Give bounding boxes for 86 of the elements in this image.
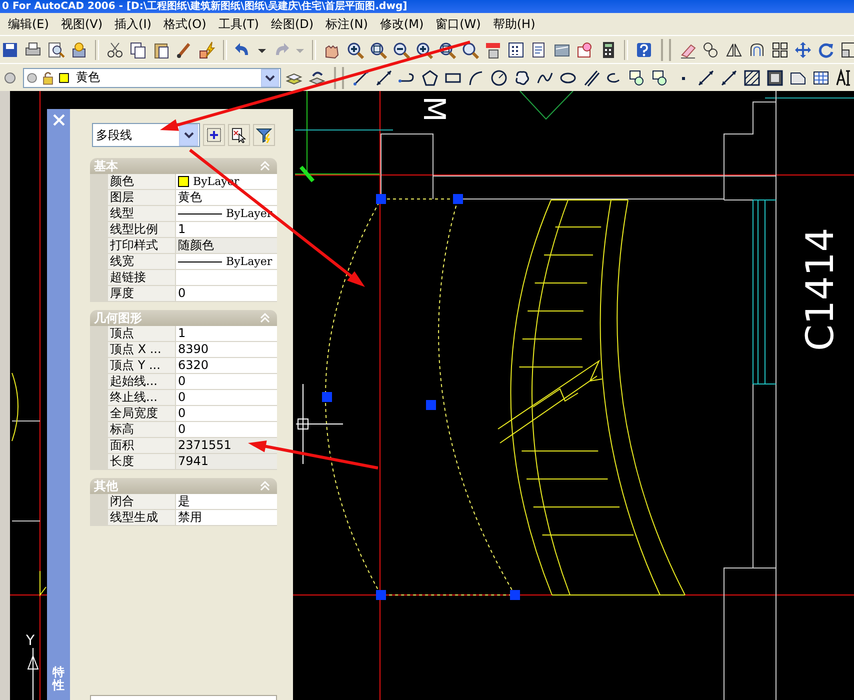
property-label: 线型	[108, 206, 176, 221]
property-value[interactable]: 是	[176, 494, 277, 509]
property-label: 闭合	[108, 494, 176, 509]
property-label: 标高	[108, 422, 176, 437]
cursor-icon	[231, 127, 247, 143]
property-label: 顶点 Y ...	[108, 358, 176, 373]
property-value[interactable]: 0	[176, 390, 277, 405]
toggle-pickadd-button[interactable]	[203, 124, 225, 146]
gradient-icon[interactable]	[765, 68, 785, 88]
property-label: 面积	[108, 438, 176, 453]
line-sample-icon	[178, 260, 222, 264]
plus-square-icon	[206, 127, 222, 143]
collapse-icon	[259, 161, 271, 171]
property-value[interactable]: 0	[176, 286, 277, 301]
hatch-icon[interactable]	[742, 68, 762, 88]
divide-icon[interactable]	[696, 68, 716, 88]
grip-handle[interactable]	[376, 194, 386, 204]
property-value[interactable]: 1	[176, 326, 277, 341]
circle-icon[interactable]	[489, 68, 509, 88]
property-value[interactable]: ByLayer	[176, 254, 277, 269]
close-icon[interactable]	[52, 113, 66, 127]
property-value[interactable]: 8390	[176, 342, 277, 357]
grip-handle[interactable]	[510, 590, 520, 600]
menu-item[interactable]: 工具(T)	[216, 14, 261, 34]
collapse-icon	[259, 481, 271, 491]
axis-label: Y	[26, 633, 35, 649]
property-label: 线型生成	[108, 510, 176, 525]
print-preview-icon[interactable]	[46, 40, 66, 60]
toolbar-grip[interactable]	[661, 38, 671, 60]
window-title: 0 For AutoCAD 2006 - [D:\工程图纸\建筑新图纸\图纸\吴建庆\住宅\首层平面图.dwg]	[0, 0, 854, 13]
property-value[interactable]: 黄色	[176, 190, 277, 205]
property-label: 线型比例	[108, 222, 176, 237]
menu-item[interactable]: 绘图(D)	[268, 14, 316, 34]
grip-handle[interactable]	[453, 194, 463, 204]
ucs-icon	[28, 648, 38, 700]
property-label: 顶点 X ...	[108, 342, 176, 357]
menu-item[interactable]: 帮助(H)	[490, 14, 538, 34]
layer-dropdown[interactable]: 黄色	[23, 68, 281, 88]
grid-panel-icon[interactable]	[506, 40, 526, 60]
crosshair-cursor-icon	[296, 384, 344, 464]
menu-item[interactable]: 视图(V)	[58, 14, 105, 34]
match-properties-icon[interactable]	[197, 40, 217, 60]
drawing-label: C1414	[798, 228, 842, 351]
grip-handle[interactable]	[322, 392, 332, 402]
grip-handle[interactable]	[426, 400, 436, 410]
lock-icon	[40, 70, 56, 86]
copy-icon[interactable]	[128, 40, 148, 60]
measure-icon[interactable]	[719, 68, 739, 88]
color-swatch-icon	[178, 176, 189, 187]
menu-item[interactable]: 插入(I)	[112, 14, 154, 34]
menu-item[interactable]: 标注(N)	[324, 14, 370, 34]
filter-icon	[256, 127, 272, 143]
property-label: 图层	[108, 190, 176, 205]
move-icon[interactable]	[793, 40, 813, 60]
menu-item[interactable]: 修改(M)	[378, 14, 426, 34]
property-label: 厚度	[108, 286, 176, 301]
scale-icon[interactable]	[839, 40, 854, 60]
select-objects-button[interactable]	[228, 124, 250, 146]
palette-title: 特性	[52, 666, 64, 692]
line-sample-icon	[178, 212, 222, 216]
property-label: 长度	[108, 454, 176, 469]
construction-line-icon[interactable]	[374, 68, 394, 88]
property-label: 顶点	[108, 326, 176, 341]
property-label: 线宽	[108, 254, 176, 269]
property-label: 全局宽度	[108, 406, 176, 421]
menu-item[interactable]: 窗口(W)	[434, 14, 483, 34]
property-value[interactable]: 1	[176, 222, 277, 237]
property-value[interactable]: 6320	[176, 358, 277, 373]
menu-item[interactable]: 格式(O)	[161, 14, 208, 34]
quick-select-button[interactable]	[253, 124, 275, 146]
property-label: 颜色	[108, 174, 176, 189]
property-label: 打印样式	[108, 238, 176, 253]
menu-item[interactable]: 编辑(E)	[6, 14, 51, 34]
property-value[interactable]: 0	[176, 406, 277, 421]
collapse-icon	[259, 313, 271, 323]
property-label: 起始线...	[108, 374, 176, 389]
drawing-label: M	[416, 96, 451, 122]
grip-handle[interactable]	[376, 590, 386, 600]
property-label: 超链接	[108, 270, 176, 285]
polygon-icon[interactable]	[420, 68, 440, 88]
property-label: 终止线...	[108, 390, 176, 405]
property-value[interactable]: 禁用	[176, 510, 277, 525]
object-type-dropdown[interactable]: 多段线	[92, 123, 200, 147]
property-value[interactable]: 0	[176, 374, 277, 389]
array-icon[interactable]	[770, 40, 790, 60]
property-value[interactable]: 0	[176, 422, 277, 437]
